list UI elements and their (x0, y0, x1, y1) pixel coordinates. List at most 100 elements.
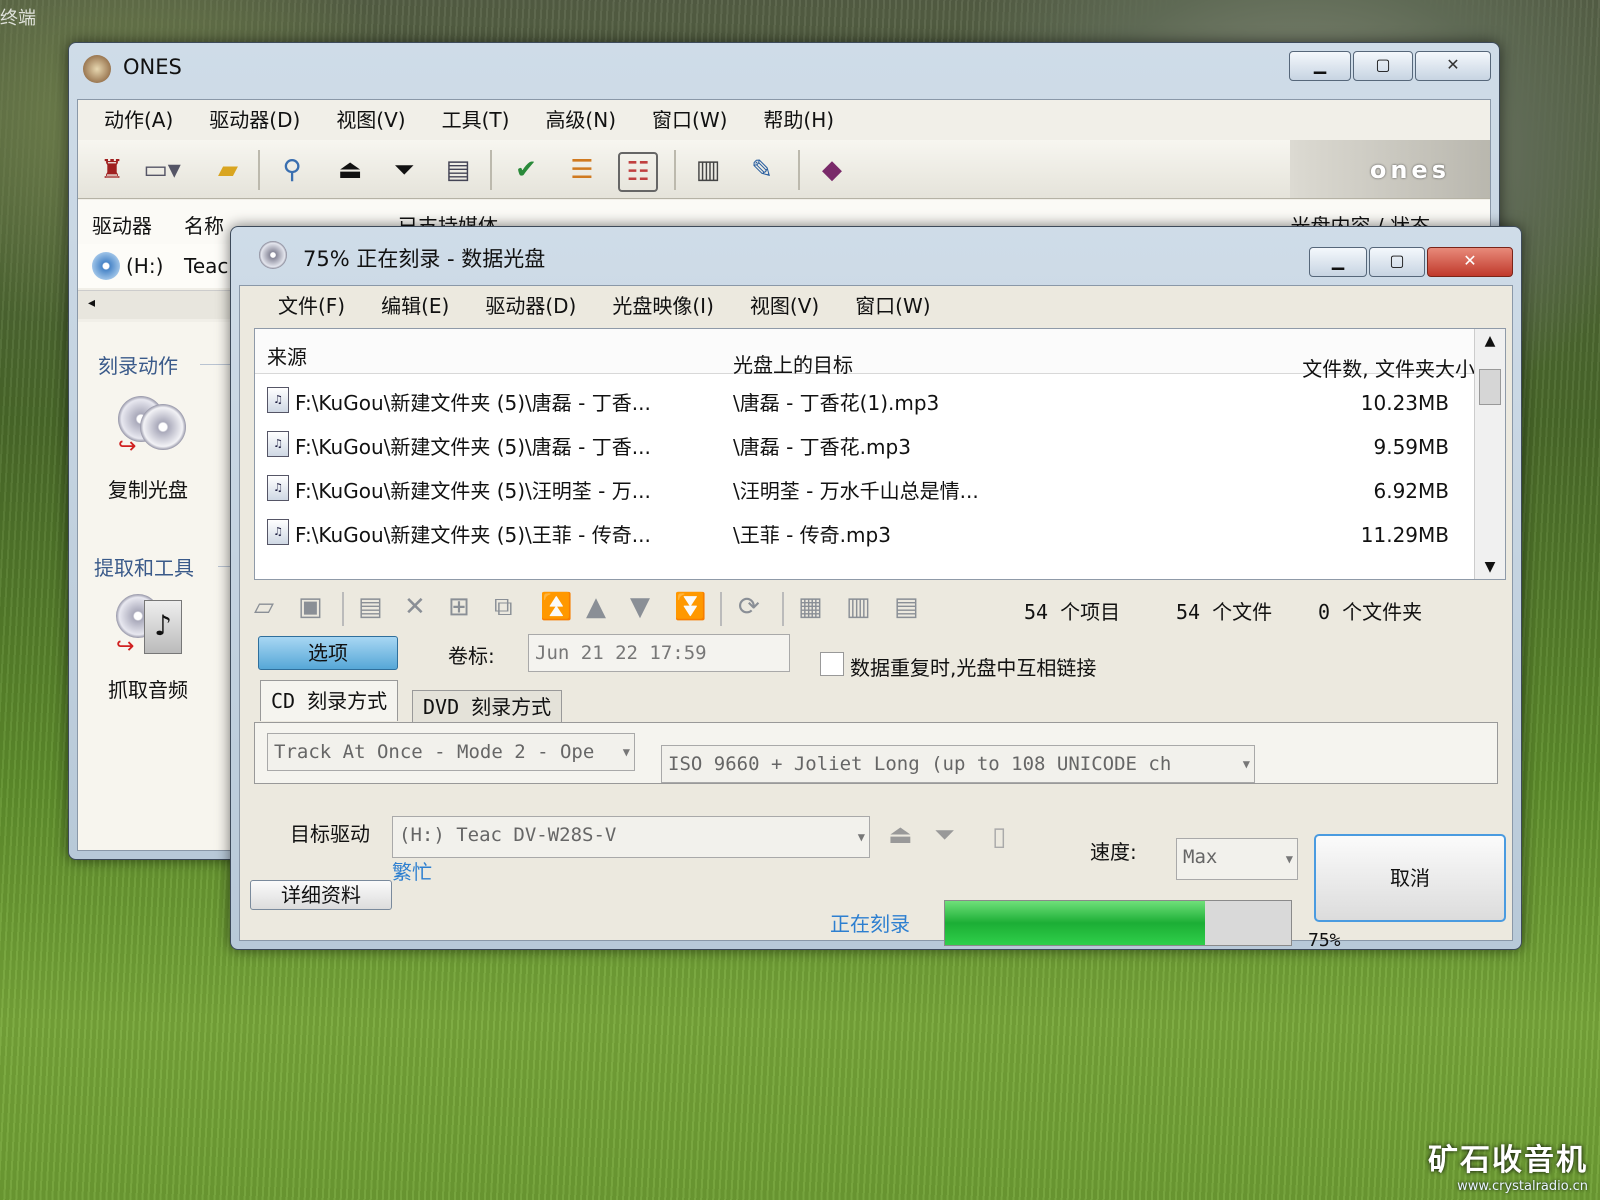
menu-tools[interactable]: 工具(T) (424, 100, 528, 140)
rip-audio-action[interactable]: ♪ ↪ 抓取音频 (104, 588, 244, 708)
list-item[interactable]: ♫ F:\KuGou\新建文件夹 (5)\汪明荃 - 万... \汪明荃 - 万… (255, 465, 1475, 509)
burn-titlebar[interactable]: 75% 正在刻录 - 数据光盘 ▁ ▢ ✕ (231, 227, 1521, 283)
save-icon[interactable]: ▣ (298, 592, 323, 622)
col-source[interactable]: 来源 (267, 341, 307, 370)
col-target[interactable]: 光盘上的目标 (733, 349, 853, 378)
details-button[interactable]: 详细资料 (250, 880, 392, 910)
rip-audio-icon: ♪ ↪ (116, 588, 186, 659)
close-button[interactable]: ✕ (1415, 51, 1491, 81)
menu-drive[interactable]: 驱动器(D) (467, 286, 594, 326)
col-drive[interactable]: 驱动器 (92, 210, 152, 239)
item-target: \唐磊 - 丁香花.mp3 (733, 435, 911, 459)
move-up-icon[interactable]: ▲ (586, 592, 606, 622)
notes-icon[interactable]: ▥ (690, 152, 726, 188)
item-target: \王菲 - 传奇.mp3 (733, 523, 891, 547)
list-item[interactable]: ♫ F:\KuGou\新建文件夹 (5)\唐磊 - 丁香... \唐磊 - 丁香… (255, 421, 1475, 465)
speed-select[interactable]: Max ▼ (1176, 838, 1298, 880)
menu-disc-image[interactable]: 光盘映像(I) (594, 286, 732, 326)
detail-view-icon[interactable]: ☷ (618, 152, 658, 192)
help-book-icon[interactable]: ◆ (814, 152, 850, 188)
cancel-button[interactable]: 取消 (1314, 834, 1506, 922)
chevron-down-icon: ▼ (1285, 852, 1293, 866)
burn-client-area: 文件(F) 编辑(E) 驱动器(D) 光盘映像(I) 视图(V) 窗口(W) 来… (239, 285, 1513, 951)
scroll-down-icon[interactable]: ▼ (1475, 559, 1505, 575)
detail-view-icon[interactable]: ▦ (798, 592, 823, 622)
edit-icon[interactable]: ✎ (744, 152, 780, 188)
target-drive-label: 目标驱动 (290, 822, 370, 846)
search-icon[interactable]: ⚲ (274, 152, 310, 188)
scroll-left-icon[interactable]: ◂ (88, 295, 95, 311)
menu-file[interactable]: 文件(F) (260, 286, 363, 326)
move-top-icon[interactable]: ⏫ (540, 592, 572, 622)
close-tray-icon[interactable]: ⏷ (386, 152, 422, 188)
speed-value: Max (1183, 846, 1218, 868)
toolbar-separator (720, 592, 722, 626)
maximize-button[interactable]: ▢ (1353, 51, 1413, 81)
burn-progress-fill (945, 901, 1205, 945)
copy-disc-action[interactable]: ↪ 复制光盘 (108, 388, 248, 508)
item-size: 6.92MB (1373, 479, 1449, 503)
menu-view[interactable]: 视图(V) (732, 286, 837, 326)
audio-file-icon: ♫ (267, 387, 289, 413)
burn-minimize-button[interactable]: ▁ (1309, 247, 1367, 277)
scroll-thumb[interactable] (1479, 369, 1501, 405)
volume-label-field[interactable]: Jun 21 22 17:59 (528, 634, 790, 672)
minimize-button[interactable]: ▁ (1289, 51, 1351, 81)
refresh-icon[interactable]: ⟳ (738, 592, 760, 622)
menu-action[interactable]: 动作(A) (86, 100, 191, 140)
new-folder-icon[interactable]: ⧉ (494, 592, 513, 623)
burn-wizard-icon[interactable]: ♜ (94, 152, 130, 188)
eject-icon[interactable]: ⏏ (332, 152, 368, 188)
section-burn-actions: 刻录动作 (98, 354, 178, 378)
target-drive-select[interactable]: (H:) Teac DV-W28S-V ▼ (392, 816, 870, 858)
burn-close-button[interactable]: ✕ (1427, 247, 1513, 277)
menu-view[interactable]: 视图(V) (318, 100, 423, 140)
section-extract-tools: 提取和工具 (94, 556, 194, 580)
menu-help[interactable]: 帮助(H) (745, 100, 852, 140)
write-mode-select[interactable]: Track At Once - Mode 2 - Ope ▼ (267, 733, 635, 771)
item-source: F:\KuGou\新建文件夹 (5)\唐磊 - 丁香... (295, 391, 651, 415)
tab-cd-burn-mode[interactable]: CD 刻录方式 (260, 680, 399, 721)
add-folder-icon[interactable]: ⊞ (448, 592, 470, 622)
app-logo-icon (83, 55, 111, 83)
filesystem-select[interactable]: ISO 9660 + Joliet Long (up to 108 UNICOD… (661, 745, 1255, 783)
scroll-up-icon[interactable]: ▲ (1475, 333, 1505, 349)
vertical-scrollbar[interactable]: ▲ ▼ (1474, 329, 1505, 579)
file-list[interactable]: 来源 光盘上的目标 文件数, 文件夹大小 ♫ F:\KuGou\新建文件夹 (5… (254, 328, 1506, 580)
open-folder-icon[interactable]: ▰ (210, 152, 246, 188)
list-view-icon[interactable]: ▤ (894, 592, 919, 622)
close-tray-icon[interactable]: ⏷ (934, 820, 955, 851)
drive-info-icon[interactable]: ▯ (992, 822, 1006, 852)
burn-menubar: 文件(F) 编辑(E) 驱动器(D) 光盘映像(I) 视图(V) 窗口(W) (260, 286, 949, 326)
eject-icon[interactable]: ⏏ (888, 820, 913, 850)
link-duplicates-checkbox[interactable] (820, 652, 844, 676)
menu-window[interactable]: 窗口(W) (837, 286, 948, 326)
disc-check-icon[interactable]: ✔ (508, 152, 544, 188)
chevron-down-icon: ▼ (1242, 757, 1250, 771)
list-item[interactable]: ♫ F:\KuGou\新建文件夹 (5)\唐磊 - 丁香... \唐磊 - 丁香… (255, 377, 1475, 421)
list-view-icon[interactable]: ☰ (564, 152, 600, 188)
menu-advanced[interactable]: 高级(N) (527, 100, 634, 140)
document-icon[interactable]: ▤ (440, 152, 476, 188)
col-name[interactable]: 名称 (184, 210, 224, 239)
drive-select-icon[interactable]: ▭▾ (143, 152, 181, 188)
open-folder-icon[interactable]: ▱ (254, 592, 274, 622)
tab-dvd-burn-mode[interactable]: DVD 刻录方式 (412, 690, 563, 723)
item-source: F:\KuGou\新建文件夹 (5)\汪明荃 - 万... (295, 479, 651, 503)
target-drive-value: (H:) Teac DV-W28S-V (399, 824, 617, 846)
burn-window: 75% 正在刻录 - 数据光盘 ▁ ▢ ✕ 文件(F) 编辑(E) 驱动器(D)… (230, 226, 1522, 951)
move-bottom-icon[interactable]: ⏬ (674, 592, 706, 622)
options-button[interactable]: 选项 (258, 636, 398, 670)
burn-maximize-button[interactable]: ▢ (1369, 247, 1425, 277)
list-item[interactable]: ♫ F:\KuGou\新建文件夹 (5)\王菲 - 传奇... \王菲 - 传奇… (255, 509, 1475, 553)
menu-drive[interactable]: 驱动器(D) (191, 100, 318, 140)
main-titlebar[interactable]: ONES ▁ ▢ ✕ (69, 43, 1499, 99)
move-down-icon[interactable]: ▼ (630, 592, 650, 622)
add-files-icon[interactable]: ▤ (358, 592, 383, 622)
menu-window[interactable]: 窗口(W) (634, 100, 745, 140)
columns-view-icon[interactable]: ▥ (846, 592, 871, 622)
delete-icon[interactable]: ✕ (404, 592, 426, 622)
menu-edit[interactable]: 编辑(E) (363, 286, 467, 326)
audio-file-icon: ♫ (267, 475, 289, 501)
item-size: 10.23MB (1360, 391, 1449, 415)
